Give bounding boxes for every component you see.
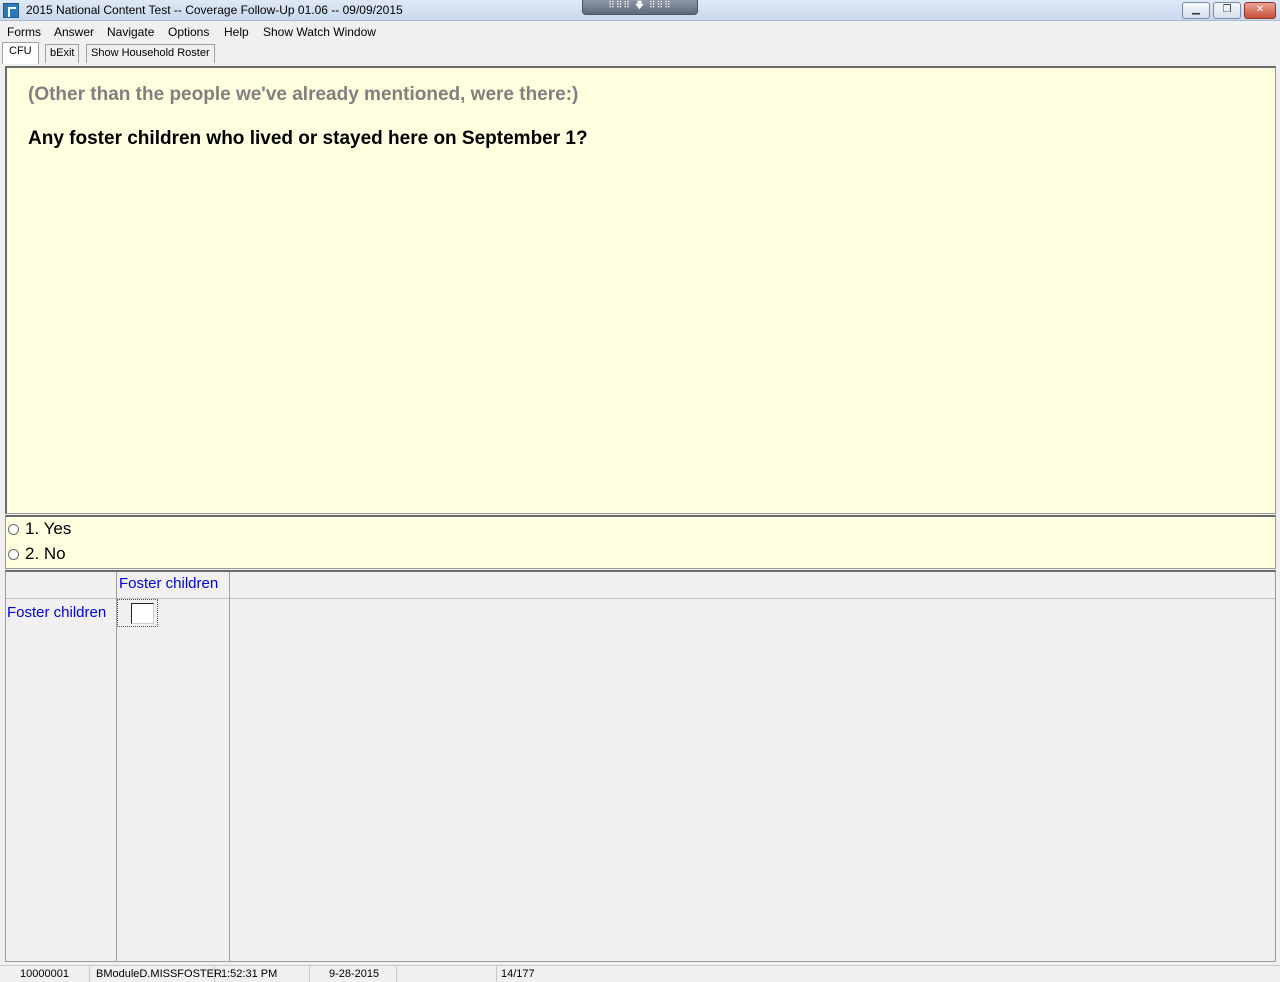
answer-option-yes[interactable]: 1. Yes: [8, 518, 71, 540]
data-grid: Foster children Foster children: [5, 570, 1276, 962]
tab-show-household-roster[interactable]: Show Household Roster: [86, 44, 215, 63]
close-button[interactable]: ✕: [1244, 2, 1276, 19]
window-title: 2015 National Content Test -- Coverage F…: [26, 3, 403, 17]
answer-label[interactable]: 2. No: [25, 544, 66, 564]
menu-help[interactable]: Help: [224, 25, 249, 39]
tab-bexit[interactable]: bExit: [45, 44, 80, 63]
status-field-name: BModuleD.MISSFOSTER: [93, 966, 222, 982]
minimize-button[interactable]: ▁: [1182, 2, 1210, 19]
menu-navigate[interactable]: Navigate: [107, 25, 154, 39]
menu-answer[interactable]: Answer: [54, 25, 94, 39]
tab-bar: CFU bExit Show Household Roster: [0, 41, 1280, 64]
menu-options[interactable]: Options: [168, 25, 209, 39]
answer-label[interactable]: 1. Yes: [25, 519, 71, 539]
question-text: Any foster children who lived or stayed …: [28, 128, 588, 149]
status-page-count: 14/177: [501, 968, 535, 980]
tab-cfu[interactable]: CFU: [2, 42, 39, 64]
app-icon: [3, 3, 19, 18]
status-date: 9-28-2015: [313, 966, 397, 982]
radio-button-icon[interactable]: [8, 523, 19, 535]
title-bar: 2015 National Content Test -- Coverage F…: [0, 0, 1280, 21]
grid-cell-focus[interactable]: [117, 599, 158, 627]
grid-divider: [116, 572, 117, 962]
foster-children-input[interactable]: [131, 603, 154, 624]
grid-divider: [6, 598, 1275, 599]
menu-bar: Forms Answer Navigate Options Help Show …: [0, 21, 1280, 41]
question-preamble: (Other than the people we've already men…: [28, 84, 579, 105]
restore-button[interactable]: ❐: [1213, 2, 1241, 19]
answer-panel: 1. Yes 2. No: [5, 515, 1276, 569]
status-blank: [400, 966, 497, 982]
radio-button-icon[interactable]: [8, 548, 19, 560]
menu-forms[interactable]: Forms: [7, 25, 41, 39]
status-time: 1:52:31 PM: [218, 966, 310, 982]
menu-show-watch-window[interactable]: Show Watch Window: [263, 25, 376, 39]
grid-column-header: Foster children: [119, 575, 219, 592]
question-panel: (Other than the people we've already men…: [5, 66, 1276, 514]
grid-row-header: Foster children: [7, 604, 107, 621]
grid-divider: [229, 572, 230, 962]
status-case-id: 10000001: [0, 966, 90, 982]
answer-option-no[interactable]: 2. No: [8, 543, 66, 565]
drag-grip-handle[interactable]: ⠿⠿⠿ 🡇 ⠿⠿⠿: [582, 0, 698, 15]
status-bar: 10000001 BModuleD.MISSFOSTER 1:52:31 PM …: [0, 965, 1280, 982]
